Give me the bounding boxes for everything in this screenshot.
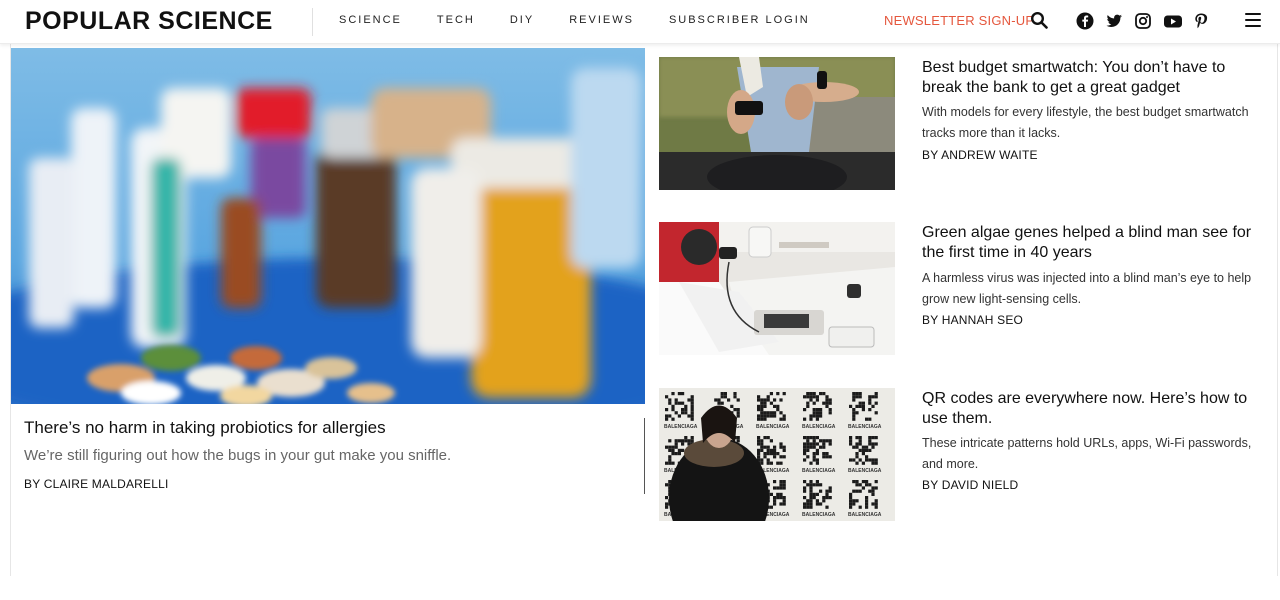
twitter-icon[interactable]: [1105, 12, 1123, 30]
social-links: [1076, 12, 1221, 30]
qr-poster-label: BALENCIAGA: [848, 512, 882, 518]
story-thumbnail-qr-codes[interactable]: BALENCIAGA BALENCIAGA BALENCIAGA BALENCIAGA…: [659, 388, 895, 521]
qr-poster-label: BALENCIAGA: [756, 424, 790, 430]
qr-poster-label: BALENCIAGA: [802, 468, 836, 474]
newsletter-signup-link[interactable]: NEWSLETTER SIGN-UP: [884, 13, 1034, 28]
qr-poster-label: BALENCIAGA: [848, 424, 882, 430]
qr-poster-label: BALENCIAGA: [664, 424, 698, 430]
story-title[interactable]: Best budget smartwatch: You don’t have t…: [922, 58, 1268, 98]
nav-reviews[interactable]: REVIEWS: [569, 14, 634, 26]
hamburger-menu-icon[interactable]: [1245, 13, 1261, 27]
hero-dek: We’re still figuring out how the bugs in…: [24, 447, 452, 464]
story-dek: A harmless virus was injected into a bli…: [922, 271, 1252, 306]
hero-title[interactable]: There’s no harm in taking probiotics for…: [24, 418, 386, 438]
nav-diy[interactable]: DIY: [510, 14, 534, 26]
story-dek: These intricate patterns hold URLs, apps…: [922, 436, 1252, 471]
qr-poster-label: BALENCIAGA: [802, 424, 836, 430]
search-icon[interactable]: [1030, 11, 1048, 29]
facebook-icon[interactable]: [1076, 12, 1094, 30]
story-thumbnail-algae[interactable]: [659, 222, 895, 355]
story-byline[interactable]: BY HANNAH SEO: [922, 313, 1023, 327]
youtube-icon[interactable]: [1163, 12, 1182, 30]
nav-tech[interactable]: TECH: [437, 14, 475, 26]
story-dek: With models for every lifestyle, the bes…: [922, 105, 1249, 140]
column-divider: [644, 418, 645, 494]
site-logo[interactable]: POPULAR SCIENCE: [25, 7, 273, 36]
instagram-icon[interactable]: [1134, 12, 1152, 30]
qr-poster-label: BALENCIAGA: [848, 468, 882, 474]
main-nav: SCIENCE TECH DIY REVIEWS SUBSCRIBER LOGI…: [339, 14, 845, 26]
story-thumbnail-smartwatch[interactable]: [659, 57, 895, 190]
nav-science[interactable]: SCIENCE: [339, 14, 402, 26]
nav-subscriber-login[interactable]: SUBSCRIBER LOGIN: [669, 14, 810, 26]
hero-byline[interactable]: BY CLAIRE MALDARELLI: [24, 477, 169, 491]
story-title[interactable]: QR codes are everywhere now. Here’s how …: [922, 389, 1268, 429]
qr-poster-label: BALENCIAGA: [802, 512, 836, 518]
header-divider: [312, 8, 313, 36]
story-byline[interactable]: BY ANDREW WAITE: [922, 148, 1038, 162]
site-header: POPULAR SCIENCE SCIENCE TECH DIY REVIEWS…: [0, 0, 1280, 44]
story-byline[interactable]: BY DAVID NIELD: [922, 478, 1018, 492]
story-title[interactable]: Green algae genes helped a blind man see…: [922, 223, 1268, 263]
hero-image[interactable]: [11, 48, 645, 404]
pinterest-icon[interactable]: [1192, 12, 1210, 30]
